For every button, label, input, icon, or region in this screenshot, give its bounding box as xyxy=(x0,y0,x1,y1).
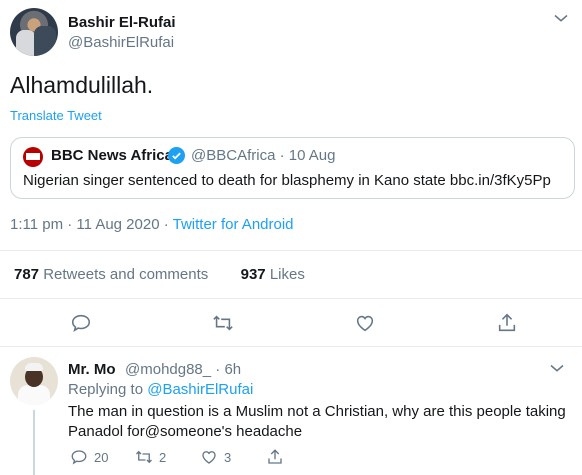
divider xyxy=(0,298,582,299)
verified-icon xyxy=(168,147,185,164)
more-dots-icon[interactable] xyxy=(552,8,570,31)
share-icon[interactable] xyxy=(496,312,518,334)
tweet-stats: 787 Retweets and comments 937 Likes xyxy=(14,266,305,283)
replying-to-mention[interactable]: @BashirElRufai xyxy=(147,381,253,398)
divider xyxy=(0,250,582,251)
reply-retweet-count: 2 xyxy=(159,449,167,465)
quoted-meta: @BBCAfrica · 10 Aug xyxy=(191,147,336,164)
author-handle[interactable]: @BashirElRufai xyxy=(68,34,174,51)
reply-like-button[interactable]: 3 xyxy=(200,448,231,466)
quoted-author-name: BBC News Africa xyxy=(51,147,173,164)
reply-reply-count: 20 xyxy=(94,449,109,465)
reply-icon xyxy=(71,450,87,465)
author-name[interactable]: Bashir El-Rufai xyxy=(68,14,176,31)
like-icon[interactable] xyxy=(354,312,376,334)
translate-tweet-link[interactable]: Translate Tweet xyxy=(10,108,102,123)
reply-author-avatar[interactable] xyxy=(10,357,58,405)
reply-share-button[interactable] xyxy=(266,448,284,466)
divider xyxy=(0,346,582,347)
quoted-text: Nigerian singer sentenced to death for b… xyxy=(23,172,551,189)
retweets-stat[interactable]: 787 Retweets and comments xyxy=(14,266,208,283)
quoted-tweet[interactable]: BBC News Africa @BBCAfrica · 10 Aug Nige… xyxy=(10,137,575,199)
tweet-source-link[interactable]: Twitter for Android xyxy=(173,216,294,233)
reply-icon[interactable] xyxy=(70,312,92,334)
reply-author-name[interactable]: Mr. Mo xyxy=(68,361,116,378)
tweet-timestamp: 1:11 pm · 11 Aug 2020 · Twitter for Andr… xyxy=(10,216,294,233)
author-avatar[interactable] xyxy=(10,8,58,56)
replying-to: Replying to @BashirElRufai xyxy=(68,381,254,398)
bbc-logo-icon xyxy=(23,147,43,167)
reply-like-count: 3 xyxy=(224,449,232,465)
thread-line xyxy=(33,410,35,475)
likes-stat[interactable]: 937 Likes xyxy=(241,266,305,283)
reply-text: The man in question is a Muslim not a Ch… xyxy=(68,403,566,440)
reply-meta: @mohdg88_ · 6h xyxy=(125,361,242,378)
tweet-text: Alhamdulillah. xyxy=(10,72,154,98)
retweet-icon xyxy=(136,450,152,464)
like-icon xyxy=(202,451,216,464)
reply-retweet-button[interactable]: 2 xyxy=(135,448,166,466)
retweet-icon[interactable] xyxy=(212,312,234,334)
reply-more-icon[interactable] xyxy=(548,358,566,381)
reply-reply-button[interactable]: 20 xyxy=(70,448,108,466)
timestamp-text: 1:11 pm · 11 Aug 2020 · xyxy=(10,216,173,233)
share-icon xyxy=(268,449,282,464)
